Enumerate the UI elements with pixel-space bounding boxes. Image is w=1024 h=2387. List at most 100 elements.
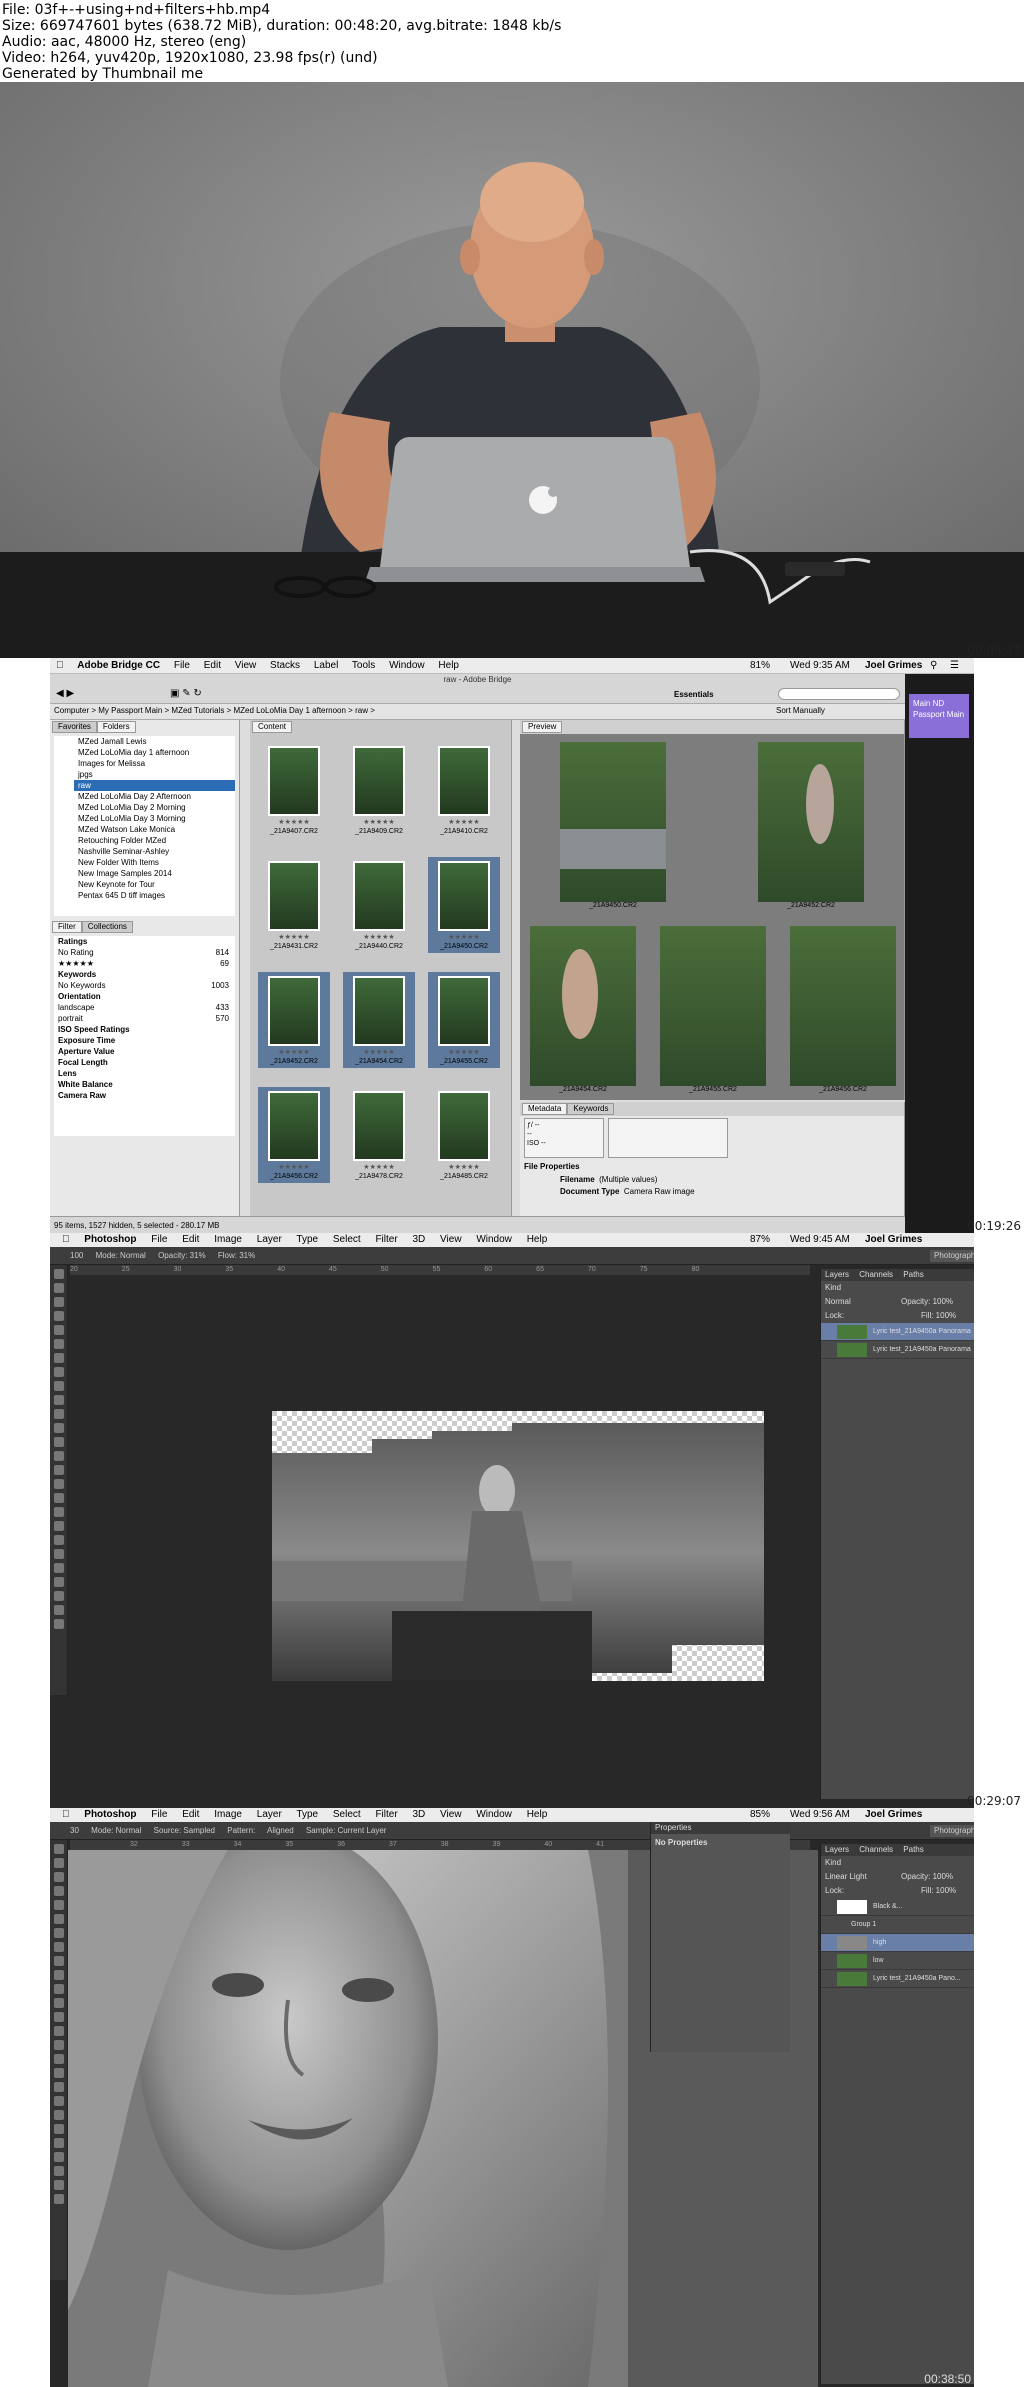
rating-stars[interactable]: ★★★★★ <box>258 818 330 826</box>
rating-stars[interactable]: ★★★★★ <box>428 818 500 826</box>
rating-stars[interactable]: ★★★★★ <box>428 1048 500 1056</box>
blend-mode[interactable]: Normal <box>825 1297 851 1306</box>
back-arrow-icon[interactable]: ◀ ▶ <box>56 688 74 699</box>
thumbnail[interactable]: ★★★★★ _21A9431.CR2 <box>258 857 330 953</box>
tool-icon[interactable] <box>54 1605 64 1615</box>
flow-field[interactable]: Flow: 31% <box>218 1251 255 1260</box>
tool-icon[interactable] <box>54 1367 64 1377</box>
menu-layer[interactable]: Layer <box>257 1234 282 1245</box>
filter-section[interactable]: Focal Length <box>54 1057 235 1068</box>
fill-field[interactable]: Fill: 100% <box>921 1884 956 1898</box>
opacity-field[interactable]: Opacity: 31% <box>158 1251 206 1260</box>
rating-stars[interactable]: ★★★★★ <box>258 933 330 941</box>
filter-section[interactable]: White Balance <box>54 1079 235 1090</box>
tool-icon[interactable] <box>54 2138 64 2148</box>
tool-icon[interactable] <box>54 1269 64 1279</box>
folder-item[interactable]: Images for Melissa <box>74 758 235 769</box>
rating-stars[interactable]: ★★★★★ <box>258 1048 330 1056</box>
opacity-field[interactable]: Opacity: 100% <box>901 1295 953 1309</box>
filter-section[interactable]: ISO Speed Ratings <box>54 1024 235 1035</box>
tool-icon[interactable] <box>54 2068 64 2078</box>
sample-select[interactable]: Sample: Current Layer <box>306 1826 386 1835</box>
path-computer[interactable]: Computer <box>54 706 89 715</box>
menu-edit[interactable]: Edit <box>182 1809 199 1820</box>
folder-item[interactable]: MZed LoLoMia Day 3 Morning <box>74 813 235 824</box>
menu-edit[interactable]: Edit <box>204 660 221 671</box>
tab-paths[interactable]: Paths <box>903 1270 923 1279</box>
tool-icon[interactable] <box>54 1465 64 1475</box>
tool-icon[interactable] <box>54 2096 64 2106</box>
tool-icon[interactable] <box>54 2194 64 2204</box>
tool-icon[interactable] <box>54 1956 64 1966</box>
menu-select[interactable]: Select <box>333 1809 361 1820</box>
folder-item[interactable]: jpgs <box>74 769 235 780</box>
layer-row[interactable]: Black &... <box>821 1898 974 1916</box>
thumbnail[interactable]: ★★★★★ _21A9456.CR2 <box>258 1087 330 1183</box>
workspace-select[interactable]: Photography <box>930 1250 974 1262</box>
tool-icon[interactable] <box>54 1311 64 1321</box>
path-tutorials[interactable]: MZed Tutorials <box>171 706 224 715</box>
tool-icon[interactable] <box>54 1535 64 1545</box>
tool-icon[interactable] <box>54 2110 64 2120</box>
folder-item[interactable]: MZed LoLoMia day 1 afternoon <box>74 747 235 758</box>
menu-view[interactable]: View <box>235 660 257 671</box>
thumbnail[interactable]: ★★★★★ _21A9440.CR2 <box>343 857 415 953</box>
rating-stars[interactable]: ★★★★★ <box>343 1048 415 1056</box>
thumbnail[interactable]: ★★★★★ _21A9455.CR2 <box>428 972 500 1068</box>
apple-icon[interactable]:  <box>56 660 64 671</box>
tab-collections[interactable]: Collections <box>81 921 133 933</box>
layer-row[interactable]: Lyric test_21A9450a Panorama <box>821 1323 974 1341</box>
tool-icon[interactable] <box>54 1297 64 1307</box>
tool-icon[interactable] <box>54 1844 64 1854</box>
menu-layer[interactable]: Layer <box>257 1809 282 1820</box>
tool-icon[interactable] <box>54 2180 64 2190</box>
layer-row[interactable]: Lyric test_21A9450a Pano... <box>821 1970 974 1988</box>
menu-type[interactable]: Type <box>296 1809 318 1820</box>
tool-icon[interactable] <box>54 1591 64 1601</box>
filter-item[interactable]: No Keywords 1003 <box>54 980 235 991</box>
filter-section[interactable]: Keywords <box>54 969 235 980</box>
tool-icon[interactable] <box>54 1479 64 1489</box>
folder-item[interactable]: Retouching Folder MZed <box>74 835 235 846</box>
folder-item[interactable]: MZed Jamall Lewis <box>74 736 235 747</box>
tool-icon[interactable] <box>54 1437 64 1447</box>
kind-filter[interactable]: Kind <box>821 1281 974 1295</box>
menu-help[interactable]: Help <box>527 1234 548 1245</box>
tool-icon[interactable] <box>54 1493 64 1503</box>
tool-icon[interactable] <box>54 1563 64 1573</box>
pattern-option[interactable]: Pattern: <box>227 1826 255 1835</box>
tool-icon[interactable] <box>54 1409 64 1419</box>
filter-section[interactable]: Aperture Value <box>54 1046 235 1057</box>
menu-type[interactable]: Type <box>296 1234 318 1245</box>
tool-icon[interactable] <box>54 1872 64 1882</box>
folder-item[interactable]: New Folder With Items <box>74 857 235 868</box>
menu-image[interactable]: Image <box>214 1234 242 1245</box>
folder-item[interactable]: raw <box>74 780 235 791</box>
menu-list-icon[interactable]: ☰ <box>950 658 959 674</box>
folder-item[interactable]: MZed LoLoMia Day 2 Afternoon <box>74 791 235 802</box>
properties-tab[interactable]: Properties <box>651 1822 790 1834</box>
filter-section[interactable]: Ratings <box>54 936 235 947</box>
filter-item[interactable]: landscape 433 <box>54 1002 235 1013</box>
workspace-essentials[interactable]: Essentials <box>674 690 714 699</box>
apple-icon[interactable]:  <box>62 1234 70 1245</box>
brush-size[interactable]: 30 <box>70 1826 79 1835</box>
menu-3d[interactable]: 3D <box>412 1809 425 1820</box>
filter-item[interactable]: ★★★★★ 69 <box>54 958 235 969</box>
tool-icon[interactable] <box>54 1577 64 1587</box>
tool-icon[interactable] <box>54 1325 64 1335</box>
mode-select[interactable]: Mode: Normal <box>96 1251 146 1260</box>
tab-paths[interactable]: Paths <box>903 1845 923 1854</box>
tool-icon[interactable] <box>54 1928 64 1938</box>
tab-keywords[interactable]: Keywords <box>567 1103 615 1115</box>
tool-icon[interactable] <box>54 1900 64 1910</box>
thumbnail[interactable]: ★★★★★ _21A9409.CR2 <box>343 742 415 838</box>
tool-icon[interactable] <box>54 2054 64 2064</box>
tool-icon[interactable] <box>54 2166 64 2176</box>
menu-view[interactable]: View <box>440 1809 462 1820</box>
folder-item[interactable]: Nashville Seminar-Ashley <box>74 846 235 857</box>
menu-file[interactable]: File <box>151 1234 167 1245</box>
tool-icon[interactable] <box>54 1970 64 1980</box>
tool-icon[interactable] <box>54 1858 64 1868</box>
menu-help[interactable]: Help <box>527 1809 548 1820</box>
